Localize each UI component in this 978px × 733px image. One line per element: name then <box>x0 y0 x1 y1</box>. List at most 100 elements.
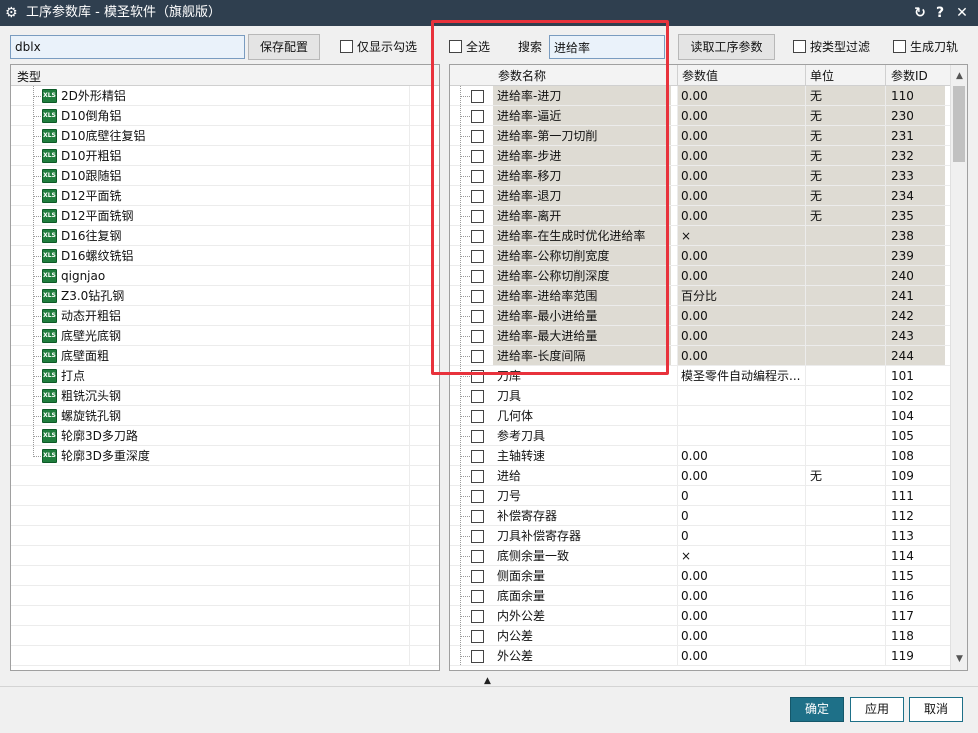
col-header-name[interactable]: 参数名称 <box>498 68 546 84</box>
param-table-row[interactable]: 补偿寄存器 0 112 <box>450 506 950 526</box>
row-checkbox[interactable] <box>471 530 484 543</box>
refresh-icon[interactable]: ↻ <box>910 3 930 23</box>
param-table-row[interactable]: 进给率-最小进给量 0.00 242 <box>450 306 950 326</box>
apply-button[interactable]: 应用 <box>850 697 904 722</box>
param-table-row[interactable]: 内外公差 0.00 117 <box>450 606 950 626</box>
type-list-item[interactable]: XLS D12平面铣钢 <box>11 206 439 226</box>
type-filter-input[interactable] <box>10 35 245 59</box>
type-list-item[interactable]: XLS D10开粗铝 <box>11 146 439 166</box>
scroll-up-icon[interactable]: ▲ <box>951 67 967 85</box>
param-table-row[interactable]: 进给率-公称切削宽度 0.00 239 <box>450 246 950 266</box>
row-checkbox[interactable] <box>471 370 484 383</box>
param-table-row[interactable]: 进给率-长度间隔 0.00 244 <box>450 346 950 366</box>
type-list-item[interactable]: XLS 动态开粗铝 <box>11 306 439 326</box>
row-checkbox[interactable] <box>471 230 484 243</box>
column-divider[interactable] <box>805 65 806 86</box>
row-checkbox[interactable] <box>471 330 484 343</box>
type-list-item[interactable]: XLS 底壁面粗 <box>11 346 439 366</box>
scroll-down-icon[interactable]: ▼ <box>951 650 967 668</box>
param-table-row[interactable]: 进给率-在生成时优化进给率 × 238 <box>450 226 950 246</box>
col-header-value[interactable]: 参数值 <box>682 68 718 84</box>
param-table-row[interactable]: 进给 0.00 无 109 <box>450 466 950 486</box>
vertical-scrollbar[interactable]: ▲ ▼ <box>950 65 967 670</box>
row-checkbox[interactable] <box>471 650 484 663</box>
type-list-item[interactable]: XLS D10底壁往复铝 <box>11 126 439 146</box>
type-list-item[interactable]: XLS D16往复钢 <box>11 226 439 246</box>
param-table-row[interactable]: 几何体 104 <box>450 406 950 426</box>
param-table-row[interactable]: 进给率-进给率范围 百分比 241 <box>450 286 950 306</box>
param-table-row[interactable]: 进给率-公称切削深度 0.00 240 <box>450 266 950 286</box>
scrollbar-thumb[interactable] <box>953 86 965 162</box>
param-table-row[interactable]: 进给率-进刀 0.00 无 110 <box>450 86 950 106</box>
read-params-button[interactable]: 读取工序参数 <box>678 34 775 60</box>
select-all-checkbox[interactable]: 全选 <box>449 39 490 55</box>
type-list-item[interactable]: XLS 轮廓3D多刀路 <box>11 426 439 446</box>
type-list-item[interactable]: XLS 2D外形精铝 <box>11 86 439 106</box>
type-list-item[interactable]: XLS 轮廓3D多重深度 <box>11 446 439 466</box>
row-checkbox[interactable] <box>471 490 484 503</box>
col-header-id[interactable]: 参数ID <box>891 68 928 84</box>
generate-toolpath-checkbox[interactable]: 生成刀轨 <box>893 39 958 55</box>
type-list-item[interactable]: XLS qignjao <box>11 266 439 286</box>
type-list-item[interactable]: XLS 打点 <box>11 366 439 386</box>
param-table-row[interactable]: 进给率-最大进给量 0.00 243 <box>450 326 950 346</box>
row-checkbox[interactable] <box>471 150 484 163</box>
param-table-row[interactable]: 内公差 0.00 118 <box>450 626 950 646</box>
row-checkbox[interactable] <box>471 290 484 303</box>
row-checkbox[interactable] <box>471 110 484 123</box>
type-list-item[interactable]: XLS Z3.0钻孔钢 <box>11 286 439 306</box>
row-checkbox[interactable] <box>471 410 484 423</box>
param-table-row[interactable]: 进给率-离开 0.00 无 235 <box>450 206 950 226</box>
param-table-row[interactable]: 侧面余量 0.00 115 <box>450 566 950 586</box>
close-icon[interactable]: ✕ <box>952 3 972 23</box>
type-list-item[interactable]: XLS D12平面铣 <box>11 186 439 206</box>
type-list-item[interactable]: XLS D10倒角铝 <box>11 106 439 126</box>
param-table-row[interactable]: 进给率-移刀 0.00 无 233 <box>450 166 950 186</box>
row-checkbox[interactable] <box>471 630 484 643</box>
help-icon[interactable]: ? <box>930 3 950 23</box>
param-table-row[interactable]: 进给率-步进 0.00 无 232 <box>450 146 950 166</box>
type-list-item[interactable]: XLS D10跟随铝 <box>11 166 439 186</box>
type-list-item[interactable]: XLS 底壁光底钢 <box>11 326 439 346</box>
row-checkbox[interactable] <box>471 350 484 363</box>
panel-splitter-icon[interactable]: ▲ <box>484 676 491 686</box>
row-checkbox[interactable] <box>471 510 484 523</box>
param-table-row[interactable]: 参考刀具 105 <box>450 426 950 446</box>
row-checkbox[interactable] <box>471 270 484 283</box>
type-list-item[interactable]: XLS 粗铣沉头钢 <box>11 386 439 406</box>
type-list-item[interactable]: XLS D16螺纹铣铝 <box>11 246 439 266</box>
param-table-row[interactable]: 底侧余量一致 × 114 <box>450 546 950 566</box>
row-checkbox[interactable] <box>471 310 484 323</box>
param-table-row[interactable]: 主轴转速 0.00 108 <box>450 446 950 466</box>
ok-button[interactable]: 确定 <box>790 697 844 722</box>
row-checkbox[interactable] <box>471 430 484 443</box>
param-table-row[interactable]: 刀具 102 <box>450 386 950 406</box>
row-checkbox[interactable] <box>471 570 484 583</box>
param-table-row[interactable]: 刀库 模圣零件自动编程示... 101 <box>450 366 950 386</box>
row-checkbox[interactable] <box>471 90 484 103</box>
filter-by-type-checkbox[interactable]: 按类型过滤 <box>793 39 870 55</box>
row-checkbox[interactable] <box>471 550 484 563</box>
row-checkbox[interactable] <box>471 470 484 483</box>
column-divider[interactable] <box>677 65 678 86</box>
checkbox-box[interactable] <box>893 40 906 53</box>
type-column-header[interactable]: 类型 <box>11 65 439 86</box>
checkbox-box[interactable] <box>449 40 462 53</box>
param-table-row[interactable]: 进给率-第一刀切削 0.00 无 231 <box>450 126 950 146</box>
cancel-button[interactable]: 取消 <box>909 697 963 722</box>
row-checkbox[interactable] <box>471 250 484 263</box>
show-checked-only-checkbox[interactable]: 仅显示勾选 <box>340 39 417 55</box>
param-table-row[interactable]: 进给率-逼近 0.00 无 230 <box>450 106 950 126</box>
param-table-row[interactable]: 刀号 0 111 <box>450 486 950 506</box>
checkbox-box[interactable] <box>793 40 806 53</box>
param-search-input[interactable] <box>549 35 665 59</box>
param-table-row[interactable]: 底面余量 0.00 116 <box>450 586 950 606</box>
row-checkbox[interactable] <box>471 210 484 223</box>
type-list-item[interactable]: XLS 螺旋铣孔钢 <box>11 406 439 426</box>
row-checkbox[interactable] <box>471 190 484 203</box>
save-config-button[interactable]: 保存配置 <box>248 34 320 60</box>
column-divider[interactable] <box>885 65 886 86</box>
row-checkbox[interactable] <box>471 170 484 183</box>
row-checkbox[interactable] <box>471 610 484 623</box>
row-checkbox[interactable] <box>471 390 484 403</box>
